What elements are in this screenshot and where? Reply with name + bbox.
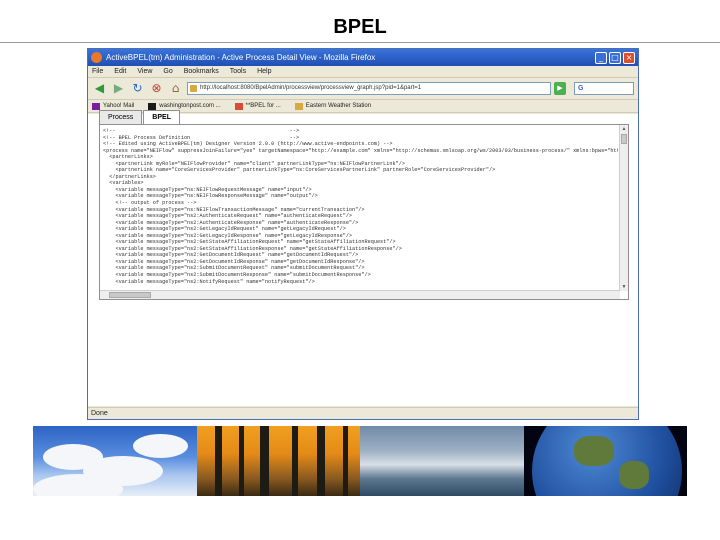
menu-bar: File Edit View Go Bookmarks Tools Help (88, 66, 638, 78)
tree-trunk (316, 426, 325, 496)
slide-title: BPEL (333, 16, 387, 38)
bpel-code-text: <!-- --> <!-- BPEL Process Definition -->… (103, 128, 618, 288)
sky-clouds-photo (33, 426, 197, 496)
status-bar: Done (88, 407, 638, 419)
menu-tools[interactable]: Tools (230, 68, 246, 75)
continent-shape (618, 461, 649, 489)
vertical-scrollbar[interactable]: ▲ ▼ (619, 125, 628, 291)
tab-process[interactable]: Process (99, 110, 143, 124)
minimize-button[interactable]: _ (595, 51, 607, 64)
page-content: Process BPEL <!-- --> <!-- BPEL Process D… (88, 110, 638, 406)
menu-help[interactable]: Help (257, 68, 271, 75)
bookmark-icon (92, 102, 100, 110)
window-title: ActiveBPEL(tm) Administration - Active P… (106, 53, 376, 62)
tab-bar: Process BPEL (99, 110, 181, 125)
scrollbar-thumb[interactable] (621, 134, 627, 144)
window-titlebar[interactable]: ActiveBPEL(tm) Administration - Active P… (88, 49, 638, 66)
bookmark-item[interactable]: Yahoo! Mail (92, 102, 134, 110)
bookmark-item[interactable]: Eastern Weather Station (294, 102, 371, 110)
earth-globe-photo (523, 426, 687, 496)
bookmark-icon (148, 102, 157, 110)
menu-view[interactable]: View (137, 68, 152, 75)
firefox-icon (91, 52, 102, 63)
search-input[interactable]: G (574, 82, 634, 95)
tree-trunk (342, 426, 348, 496)
bookmark-item[interactable]: washingtonpost.com ... (148, 102, 221, 110)
menu-go[interactable]: Go (163, 68, 172, 75)
back-arrow-icon[interactable]: ◀ (92, 81, 107, 96)
maximize-button[interactable]: □ (609, 51, 621, 64)
cloud-shape (133, 434, 188, 458)
cloud-shape (33, 474, 123, 496)
go-icon[interactable]: ▶ (554, 82, 566, 95)
tree-trunk (259, 426, 269, 496)
scroll-down-icon[interactable]: ▼ (620, 283, 628, 291)
tree-trunk (214, 426, 222, 496)
code-line: <variable messageType="ns2:NotifyRequest… (103, 278, 315, 285)
scroll-up-icon[interactable]: ▲ (620, 125, 628, 133)
menu-bookmarks[interactable]: Bookmarks (184, 68, 219, 75)
bookmark-item[interactable]: **BPEL for ... (234, 102, 281, 110)
home-icon[interactable]: ⌂ (168, 81, 183, 96)
photo-strip (33, 426, 687, 496)
code-line: <process name="NEIFlow" suppressJoinFail… (103, 147, 618, 154)
tab-bpel[interactable]: BPEL (143, 110, 180, 125)
continent-shape (573, 436, 614, 466)
stop-icon[interactable]: ⊗ (149, 81, 164, 96)
scrollbar-thumb[interactable] (109, 292, 151, 298)
navigation-toolbar: ◀ ▶ ↻ ⊗ ⌂ http://localhost:8080/BpelAdmi… (88, 78, 638, 100)
bookmark-icon (294, 102, 303, 110)
menu-file[interactable]: File (92, 68, 103, 75)
horizontal-scrollbar[interactable] (100, 290, 620, 299)
reload-icon[interactable]: ↻ (130, 81, 145, 96)
ocean-waves-photo (360, 426, 524, 496)
slide: BPEL ActiveBPEL(tm) Administration - Act… (0, 0, 720, 540)
bookmark-icon (234, 102, 243, 110)
tree-trunk (291, 426, 298, 496)
close-button[interactable]: × (623, 51, 635, 64)
title-divider (0, 42, 720, 43)
tree-trunk (238, 426, 244, 496)
menu-edit[interactable]: Edit (114, 68, 126, 75)
bpel-source-view[interactable]: <!-- --> <!-- BPEL Process Definition -->… (99, 124, 629, 300)
url-input[interactable]: http://localhost:8080/BpelAdmin/processv… (187, 82, 551, 95)
browser-window: ActiveBPEL(tm) Administration - Active P… (87, 48, 639, 420)
forest-sunset-photo (196, 426, 360, 496)
forward-arrow-icon[interactable]: ▶ (111, 81, 126, 96)
